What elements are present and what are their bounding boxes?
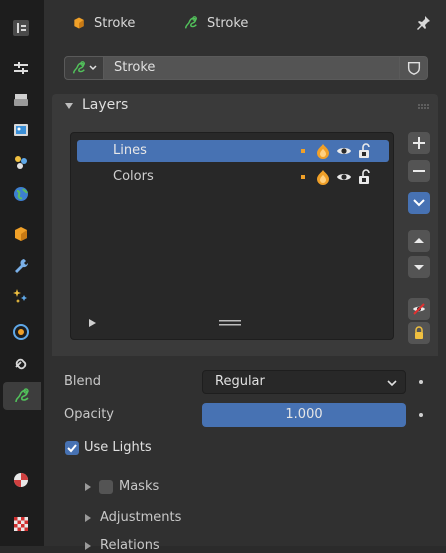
eye-icon[interactable] <box>336 169 352 185</box>
expand-arrow-icon[interactable] <box>84 483 92 491</box>
keyframe-dot-icon[interactable] <box>419 413 423 417</box>
unlocked-icon[interactable] <box>357 169 373 185</box>
isolate-visibility-button[interactable] <box>408 298 430 320</box>
tool-settings-tab-icon[interactable] <box>9 56 33 80</box>
eye-icon[interactable] <box>336 143 352 159</box>
chevron-down-icon <box>413 199 425 207</box>
onion-skin-dot-icon[interactable] <box>295 169 311 185</box>
masks-subpanel-title[interactable]: Masks <box>119 479 159 494</box>
datablock-name-field[interactable]: Stroke <box>104 56 400 80</box>
layer-list[interactable]: Lines Colors <box>70 132 394 340</box>
layer-row-lines[interactable]: Lines <box>77 140 389 162</box>
expand-arrow-icon[interactable] <box>84 542 92 550</box>
onion-skin-icon[interactable] <box>315 143 331 159</box>
use-lights-checkbox[interactable] <box>65 441 79 455</box>
onion-skin-icon[interactable] <box>315 169 331 185</box>
layer-row-colors[interactable]: Colors <box>77 166 389 188</box>
use-lights-label: Use Lights <box>84 440 152 455</box>
unlocked-icon[interactable] <box>357 143 373 159</box>
opacity-label: Opacity <box>64 407 115 422</box>
keyframe-dot-icon[interactable] <box>419 380 423 384</box>
minus-icon <box>413 170 425 172</box>
grease-pencil-data-icon <box>72 61 85 74</box>
editor-type-icon[interactable] <box>9 16 33 40</box>
adjustments-subpanel-title[interactable]: Adjustments <box>100 510 181 525</box>
output-tab-icon[interactable] <box>9 118 33 142</box>
browse-datablock-button[interactable] <box>64 56 104 80</box>
masks-checkbox[interactable] <box>99 480 113 494</box>
object-tab-icon[interactable] <box>9 222 33 246</box>
object-data-tab-icon[interactable] <box>3 382 41 410</box>
layer-name: Lines <box>113 143 147 158</box>
view-layer-tab-icon[interactable] <box>9 150 33 174</box>
onion-skin-dot-icon[interactable] <box>295 143 311 159</box>
lock-icon <box>415 326 423 339</box>
add-layer-button[interactable] <box>408 132 430 154</box>
isolate-lock-button[interactable] <box>408 322 430 344</box>
triangle-down-icon <box>414 265 424 270</box>
drag-grip-icon[interactable] <box>418 104 430 110</box>
layers-panel-title: Layers <box>82 97 129 113</box>
list-resize-grip-icon[interactable] <box>219 320 241 326</box>
pin-icon[interactable] <box>414 14 432 32</box>
layer-specials-menu-button[interactable] <box>408 192 430 214</box>
render-tab-icon[interactable] <box>9 88 33 112</box>
breadcrumb-data-name: Stroke <box>207 15 249 31</box>
list-filter-arrow-icon[interactable] <box>87 318 97 328</box>
shield-icon <box>407 61 420 75</box>
chevron-down-icon <box>387 380 397 387</box>
object-icon <box>74 17 84 29</box>
properties-tab-bar <box>0 0 44 546</box>
move-layer-down-button[interactable] <box>408 256 430 278</box>
properties-panel: Stroke Stroke Stroke Layers Lines Colors… <box>44 0 446 553</box>
blend-mode-value: Regular <box>215 374 265 389</box>
plus-icon <box>413 137 425 149</box>
shader-effects-tab-icon[interactable] <box>9 284 33 308</box>
remove-layer-button[interactable] <box>408 160 430 182</box>
chevron-down-icon <box>89 65 97 71</box>
datablock-selector: Stroke <box>64 56 436 80</box>
expand-arrow-icon[interactable] <box>84 514 92 522</box>
breadcrumb-object-name: Stroke <box>94 15 136 31</box>
eye-hidden-icon <box>413 303 425 315</box>
fake-user-button[interactable] <box>400 56 428 80</box>
collapse-arrow-icon <box>65 103 73 109</box>
opacity-slider[interactable]: 1.000 <box>202 403 406 427</box>
world-tab-icon[interactable] <box>9 182 33 206</box>
breadcrumb-data: Stroke <box>183 13 248 33</box>
layer-name: Colors <box>113 169 154 184</box>
physics-tab-icon[interactable] <box>9 320 33 344</box>
blend-mode-dropdown[interactable]: Regular <box>202 370 406 394</box>
move-layer-up-button[interactable] <box>408 230 430 252</box>
layers-panel-header[interactable]: Layers <box>52 94 438 120</box>
breadcrumb-object: Stroke <box>72 13 135 33</box>
blend-label: Blend <box>64 374 102 389</box>
grease-pencil-data-icon <box>184 16 197 29</box>
check-icon <box>67 444 77 453</box>
material-tab-icon[interactable] <box>9 468 33 492</box>
constraints-tab-icon[interactable] <box>9 352 33 376</box>
layers-panel-body: Lines Colors <box>52 120 438 356</box>
triangle-up-icon <box>414 238 424 243</box>
context-header: Stroke Stroke <box>44 0 446 52</box>
modifier-tab-icon[interactable] <box>9 254 33 278</box>
texture-tab-icon[interactable] <box>9 512 33 536</box>
